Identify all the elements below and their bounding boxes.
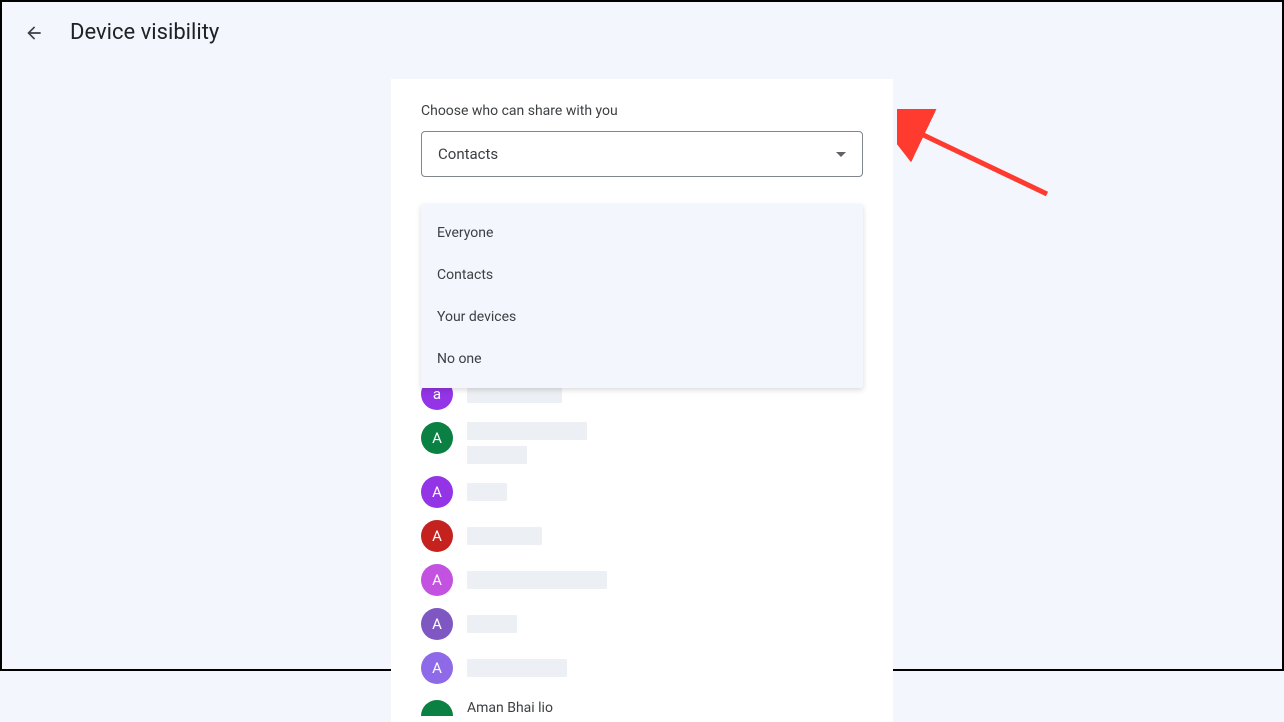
contact-row[interactable]: A <box>421 416 863 470</box>
contact-name: Aman Bhai lio <box>467 700 553 716</box>
contact-row[interactable]: A <box>421 646 863 690</box>
contact-row[interactable]: A <box>421 602 863 646</box>
contact-name-redacted <box>467 527 542 545</box>
contact-row[interactable]: A <box>421 470 863 514</box>
contact-name-redacted <box>467 483 507 501</box>
avatar: A <box>421 422 453 454</box>
visibility-dropdown[interactable]: Contacts <box>421 131 863 177</box>
back-arrow-icon[interactable] <box>22 21 46 45</box>
contact-detail-redacted <box>467 446 527 464</box>
contact-name-redacted <box>467 615 517 633</box>
avatar <box>421 700 453 716</box>
contacts-list: a A A A A A A <box>421 372 863 722</box>
section-label: Choose who can share with you <box>421 103 863 119</box>
dropdown-menu: Everyone Contacts Your devices No one <box>421 204 863 388</box>
chevron-down-icon <box>836 152 846 157</box>
avatar: A <box>421 520 453 552</box>
avatar: A <box>421 564 453 596</box>
dropdown-option-contacts[interactable]: Contacts <box>421 254 863 296</box>
settings-card: Choose who can share with you Contacts E… <box>391 79 893 722</box>
contact-name-redacted <box>467 571 607 589</box>
contact-row[interactable]: A <box>421 514 863 558</box>
avatar: A <box>421 652 453 684</box>
avatar: A <box>421 476 453 508</box>
contact-row[interactable]: Aman Bhai lio <box>421 694 863 722</box>
dropdown-option-your-devices[interactable]: Your devices <box>421 296 863 338</box>
header: Device visibility <box>2 2 1282 63</box>
dropdown-selected-value: Contacts <box>438 145 498 163</box>
contact-name-redacted <box>467 659 567 677</box>
contact-row[interactable]: A <box>421 558 863 602</box>
avatar: A <box>421 608 453 640</box>
dropdown-option-everyone[interactable]: Everyone <box>421 212 863 254</box>
contact-name-redacted <box>467 422 587 440</box>
page-title: Device visibility <box>70 20 219 45</box>
dropdown-option-no-one[interactable]: No one <box>421 338 863 380</box>
annotation-arrow-icon <box>897 109 1057 209</box>
